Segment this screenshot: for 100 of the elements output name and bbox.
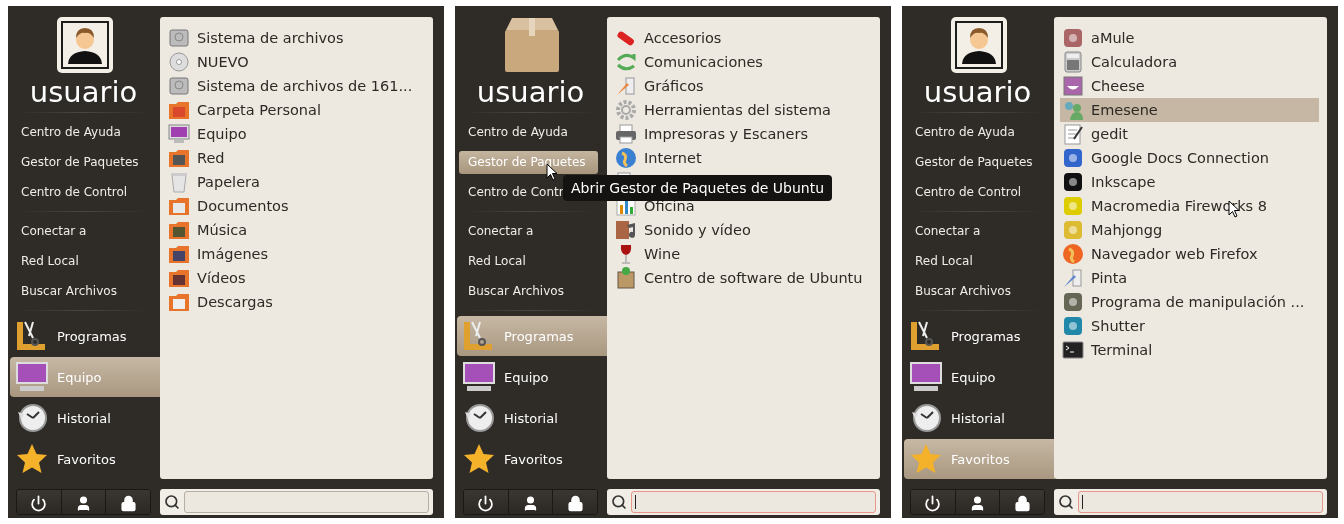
search-icon bbox=[1058, 494, 1074, 510]
monitor-icon bbox=[168, 123, 190, 145]
search-field[interactable] bbox=[631, 491, 876, 513]
place-link[interactable]: Red Local bbox=[12, 250, 151, 273]
menu-item-label[interactable]: Sonido y vídeo bbox=[644, 222, 751, 238]
folder-icon bbox=[168, 99, 190, 121]
search-field[interactable] bbox=[1078, 491, 1323, 513]
folder-icon bbox=[168, 195, 190, 217]
place-link[interactable]: Centro de Control bbox=[906, 181, 1045, 204]
menu-item-label[interactable]: Pinta bbox=[1091, 270, 1128, 286]
menu-item-label[interactable]: Calculadora bbox=[1091, 54, 1178, 70]
disc-icon bbox=[168, 51, 190, 73]
menu-item-label[interactable]: Navegador web Firefox bbox=[1091, 246, 1258, 262]
menu-item-label[interactable]: Papelera bbox=[197, 174, 260, 190]
place-link[interactable]: Conectar a bbox=[459, 220, 598, 243]
menu-item-label[interactable]: Vídeos bbox=[197, 270, 246, 286]
place-link[interactable]: Buscar Archivos bbox=[906, 280, 1045, 303]
place-link[interactable]: Centro de Ayuda bbox=[459, 121, 598, 144]
lock-button[interactable] bbox=[1000, 490, 1044, 514]
category-label[interactable]: Historial bbox=[57, 410, 111, 426]
app-icon bbox=[1062, 219, 1084, 241]
lock-icon bbox=[566, 494, 584, 512]
category-label[interactable]: Favoritos bbox=[57, 451, 116, 467]
menu-item-label[interactable]: Herramientas del sistema bbox=[644, 102, 831, 118]
category-label[interactable]: Programas bbox=[57, 328, 127, 344]
search-icon bbox=[611, 494, 627, 510]
menu-item-label[interactable]: Documentos bbox=[197, 198, 289, 214]
lock-button[interactable] bbox=[553, 490, 597, 514]
menu-item-label[interactable]: Wine bbox=[644, 246, 681, 262]
place-link[interactable]: Conectar a bbox=[906, 220, 1045, 243]
hard-drive-icon bbox=[168, 75, 190, 97]
menu-item-label[interactable]: Mahjongg bbox=[1091, 222, 1163, 238]
smiley-icon bbox=[1062, 75, 1084, 97]
category-label[interactable]: Equipo bbox=[951, 369, 996, 385]
lock-icon bbox=[119, 494, 137, 512]
place-link[interactable]: Buscar Archivos bbox=[12, 280, 151, 303]
text-caret bbox=[1082, 495, 1083, 509]
folder-icon bbox=[168, 147, 190, 169]
menu-item-label[interactable]: gedit bbox=[1091, 126, 1129, 142]
monitor-icon bbox=[909, 361, 943, 393]
menu-item-label[interactable]: Centro de software de Ubuntu bbox=[644, 270, 863, 286]
menu-item-label[interactable]: Shutter bbox=[1091, 318, 1145, 334]
menu-item-label[interactable]: Google Docs Connection bbox=[1091, 150, 1269, 166]
menu-item-label[interactable]: NUEVO bbox=[197, 54, 249, 70]
menu-item-label[interactable]: Emesene bbox=[1091, 102, 1158, 118]
category-label[interactable]: Equipo bbox=[504, 369, 549, 385]
folder-icon bbox=[168, 267, 190, 289]
menu-item-label[interactable]: Gráficos bbox=[644, 78, 704, 94]
menu-item-label[interactable]: Equipo bbox=[197, 126, 247, 142]
menu-item-label[interactable]: Descargas bbox=[197, 294, 273, 310]
menu-item-label[interactable]: Inkscape bbox=[1091, 174, 1156, 190]
category-label[interactable]: Programas bbox=[951, 328, 1021, 344]
place-link[interactable]: Conectar a bbox=[12, 220, 151, 243]
place-link[interactable]: Buscar Archivos bbox=[459, 280, 598, 303]
menu-item-label[interactable]: Programa de manipulación ... bbox=[1091, 294, 1305, 310]
menu-item-label[interactable]: Cheese bbox=[1091, 78, 1145, 94]
power-icon bbox=[924, 494, 942, 512]
monitor-icon bbox=[15, 361, 49, 393]
folder-icon bbox=[168, 219, 190, 241]
place-link[interactable]: Centro de Control bbox=[12, 181, 151, 204]
place-link[interactable]: Red Local bbox=[906, 250, 1045, 273]
app-icon bbox=[1062, 147, 1084, 169]
monitor-icon bbox=[462, 361, 496, 393]
user-name: usuario bbox=[28, 76, 139, 108]
place-link[interactable]: Gestor de Paquetes bbox=[12, 151, 151, 174]
shutdown-button[interactable] bbox=[17, 490, 62, 514]
user-button[interactable] bbox=[61, 490, 107, 514]
app-icon bbox=[1062, 315, 1084, 337]
menu-item-label[interactable]: Sistema de archivos de 161... bbox=[197, 78, 413, 94]
lock-button[interactable] bbox=[106, 490, 150, 514]
menu-item-label[interactable]: Impresoras y Escaners bbox=[644, 126, 808, 142]
category-label[interactable]: Favoritos bbox=[504, 451, 563, 467]
user-button[interactable] bbox=[508, 490, 554, 514]
user-name: usuario bbox=[922, 76, 1033, 108]
place-link[interactable]: Centro de Ayuda bbox=[12, 121, 151, 144]
menu-item-label[interactable]: Accesorios bbox=[644, 30, 722, 46]
place-link[interactable]: Red Local bbox=[459, 250, 598, 273]
user-button[interactable] bbox=[955, 490, 1001, 514]
brush-icon bbox=[615, 75, 637, 97]
category-label[interactable]: Historial bbox=[951, 410, 1005, 426]
place-link[interactable]: Centro de Ayuda bbox=[906, 121, 1045, 144]
menu-item-label[interactable]: Terminal bbox=[1091, 342, 1153, 358]
shutdown-button[interactable] bbox=[911, 490, 956, 514]
menu-item-label[interactable]: Red bbox=[197, 150, 225, 166]
menu-item-label[interactable]: Internet bbox=[644, 150, 702, 166]
shutdown-button[interactable] bbox=[464, 490, 509, 514]
menu-item-label[interactable]: Música bbox=[197, 222, 248, 238]
folder-icon bbox=[168, 291, 190, 313]
user-name: usuario bbox=[475, 76, 586, 108]
menu-item-label[interactable]: Imágenes bbox=[197, 246, 269, 262]
menu-item-label[interactable]: aMule bbox=[1091, 30, 1135, 46]
place-link[interactable]: Gestor de Paquetes bbox=[906, 151, 1045, 174]
menu-item-label[interactable]: Sistema de archivos bbox=[197, 30, 344, 46]
menu-item-label[interactable]: Comunicaciones bbox=[644, 54, 763, 70]
menu-item-label[interactable]: Oficina bbox=[644, 198, 695, 214]
text-caret bbox=[635, 495, 636, 509]
power-icon bbox=[30, 494, 48, 512]
search-field[interactable] bbox=[184, 491, 429, 513]
category-label[interactable]: Historial bbox=[504, 410, 558, 426]
menu-item-label[interactable]: Carpeta Personal bbox=[197, 102, 321, 118]
